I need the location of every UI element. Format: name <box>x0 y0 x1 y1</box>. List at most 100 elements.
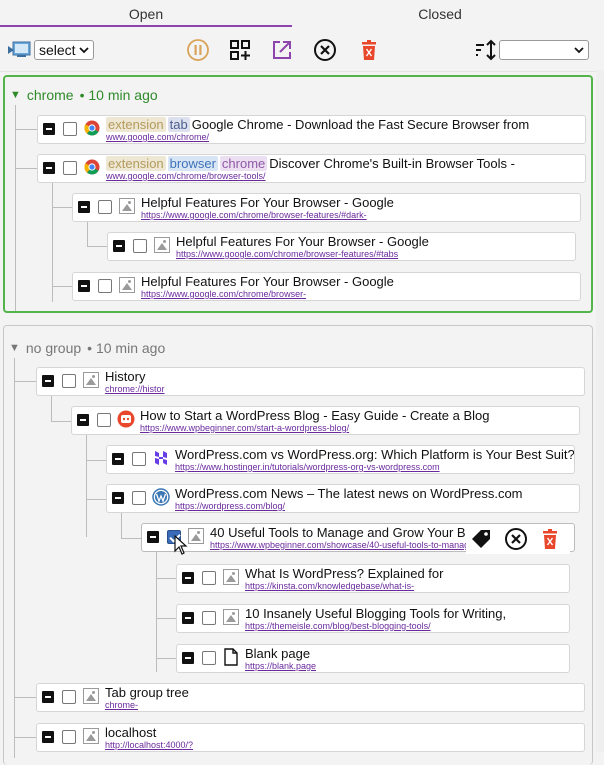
tab-row[interactable]: extension browser chrome Discover Chrome's … <box>37 154 586 183</box>
trash-icon[interactable] <box>540 528 560 550</box>
tab-row[interactable]: How to Start a WordPress Blog - Easy Gui… <box>71 406 580 435</box>
collapse-icon[interactable] <box>112 492 124 504</box>
tab-row[interactable]: Blank page https://blank.page <box>176 644 570 673</box>
collapse-icon[interactable] <box>43 123 55 135</box>
chevron-down-icon <box>79 47 89 54</box>
collapse-icon[interactable] <box>42 691 54 703</box>
tab-url[interactable]: www.google.com/chrome/browser-tools/ <box>106 171 266 181</box>
tag-label[interactable]: tab <box>167 117 190 132</box>
collapse-icon[interactable] <box>78 280 90 292</box>
tab-checkbox[interactable] <box>98 279 112 293</box>
tab-url[interactable]: https://www.google.com/chrome/browser-fe… <box>141 210 367 220</box>
tab-closed[interactable]: Closed <box>292 6 588 22</box>
tab-checkbox[interactable] <box>98 200 112 214</box>
tag-label[interactable]: browser <box>167 156 218 171</box>
tab-row[interactable]: WordPress.com vs WordPress.org: Which Pl… <box>106 445 575 474</box>
tab-url[interactable]: https://www.wpbeginner.com/showcase/40-u… <box>210 540 474 550</box>
tab-url[interactable]: https://www.hostinger.in/tutorials/wordp… <box>175 462 440 472</box>
group-tabs-button[interactable] <box>229 39 251 61</box>
group-header[interactable]: ▼ chrome • 10 min ago <box>10 87 158 103</box>
tab-checkbox[interactable] <box>132 491 146 505</box>
chrome-icon <box>83 119 101 137</box>
tree-line <box>156 578 176 579</box>
select-dropdown[interactable]: select <box>34 40 94 60</box>
tab-row[interactable]: localhost http://localhost:4000/? <box>36 723 585 752</box>
tab-checkbox[interactable] <box>63 161 77 175</box>
collapse-icon[interactable] <box>77 414 89 426</box>
tab-url[interactable]: chrome- <box>105 700 138 710</box>
collapse-icon[interactable] <box>112 453 124 465</box>
tree-line <box>86 499 106 500</box>
tab-row[interactable]: extension tab Google Chrome - Download the… <box>37 115 586 144</box>
tag-label[interactable]: extension <box>106 156 166 171</box>
tab-checkbox[interactable] <box>62 690 76 704</box>
tab-checkbox[interactable] <box>202 651 216 665</box>
tab-checkbox[interactable] <box>202 611 216 625</box>
collapse-icon[interactable] <box>182 652 194 664</box>
tag-icon[interactable] <box>470 528 492 550</box>
tab-title: extension browser chrome Discover Chrome's … <box>106 156 515 171</box>
tab-title: localhost <box>105 725 157 740</box>
tab-url[interactable]: https://www.google.com/chrome/browser- <box>141 289 306 299</box>
page-icon <box>222 648 240 666</box>
scrollbar[interactable] <box>596 70 604 752</box>
delete-button[interactable] <box>359 39 379 61</box>
tab-checkbox[interactable] <box>97 413 111 427</box>
collapse-icon[interactable] <box>42 731 54 743</box>
close-tabs-button[interactable] <box>313 38 337 62</box>
tree-line <box>87 222 88 246</box>
tab-row[interactable]: Helpful Features For Your Browser - Goog… <box>107 232 576 261</box>
group-header[interactable]: ▼ no group • 10 min ago <box>9 340 165 356</box>
tab-row[interactable]: Helpful Features For Your Browser - Goog… <box>72 193 581 222</box>
close-circle-icon[interactable] <box>504 527 528 551</box>
tab-checkbox[interactable] <box>132 452 146 466</box>
tab-checkbox[interactable] <box>202 571 216 585</box>
tab-row[interactable]: WordPress.com News – The latest news on … <box>106 484 580 513</box>
tab-url[interactable]: https://wordpress.com/blog/ <box>175 501 285 511</box>
tab-url[interactable]: www.google.com/chrome/ <box>106 132 209 142</box>
tab-row[interactable]: 10 Insanely Useful Blogging Tools for Wr… <box>176 604 570 633</box>
collapse-icon[interactable] <box>182 612 194 624</box>
tree-line <box>156 618 176 619</box>
tab-title: Helpful Features For Your Browser - Goog… <box>141 274 394 289</box>
tab-row[interactable]: Helpful Features For Your Browser - Goog… <box>72 272 581 301</box>
tab-url[interactable]: https://kinsta.com/knowledgebase/what-is… <box>245 581 414 591</box>
tag-label[interactable]: chrome <box>219 156 268 171</box>
tab-url[interactable]: chrome://histor <box>105 384 165 394</box>
tab-title-text: Discover Chrome's Built-in Browser Tools… <box>269 156 515 171</box>
group-name: no group <box>25 340 82 356</box>
tab-checkbox[interactable] <box>62 374 76 388</box>
sort-dropdown[interactable] <box>499 40 589 60</box>
tab-url[interactable]: https://themeisle.com/blog/best-blogging… <box>245 621 431 631</box>
windows-icon[interactable] <box>6 40 32 62</box>
collapse-icon[interactable] <box>42 375 54 387</box>
tag-label[interactable]: extension <box>106 117 166 132</box>
collapse-icon[interactable] <box>147 531 159 543</box>
tab-row[interactable]: Tab group tree chrome- <box>36 683 585 712</box>
wpbeginner-icon <box>117 410 135 428</box>
open-external-button[interactable] <box>271 39 293 61</box>
row-hover-actions <box>466 524 570 554</box>
collapse-icon[interactable] <box>78 201 90 213</box>
image-placeholder-icon <box>223 569 239 585</box>
tab-url[interactable]: http://localhost:4000/? <box>105 740 193 750</box>
tab-url[interactable]: https://www.google.com/chrome/browser-fe… <box>176 249 398 259</box>
tab-row[interactable]: History chrome://histor <box>36 367 585 396</box>
tree-line <box>14 358 15 758</box>
tab-url[interactable]: https://blank.page <box>245 661 316 671</box>
tab-checkbox[interactable] <box>133 239 147 253</box>
tab-open[interactable]: Open <box>0 6 292 22</box>
sort-icon[interactable] <box>474 39 498 61</box>
tree-line <box>15 168 37 169</box>
collapse-icon[interactable] <box>113 240 125 252</box>
tab-row[interactable]: What Is WordPress? Explained for https:/… <box>176 564 570 593</box>
tab-title: What Is WordPress? Explained for <box>245 566 444 581</box>
tree-line <box>14 697 36 698</box>
tab-url[interactable]: https://www.wpbeginner.com/start-a-wordp… <box>140 423 349 433</box>
wordpress-icon <box>152 488 170 506</box>
tab-checkbox[interactable] <box>62 730 76 744</box>
collapse-icon[interactable] <box>43 162 55 174</box>
collapse-icon[interactable] <box>182 572 194 584</box>
pause-button[interactable] <box>186 38 210 62</box>
tab-checkbox[interactable] <box>63 122 77 136</box>
